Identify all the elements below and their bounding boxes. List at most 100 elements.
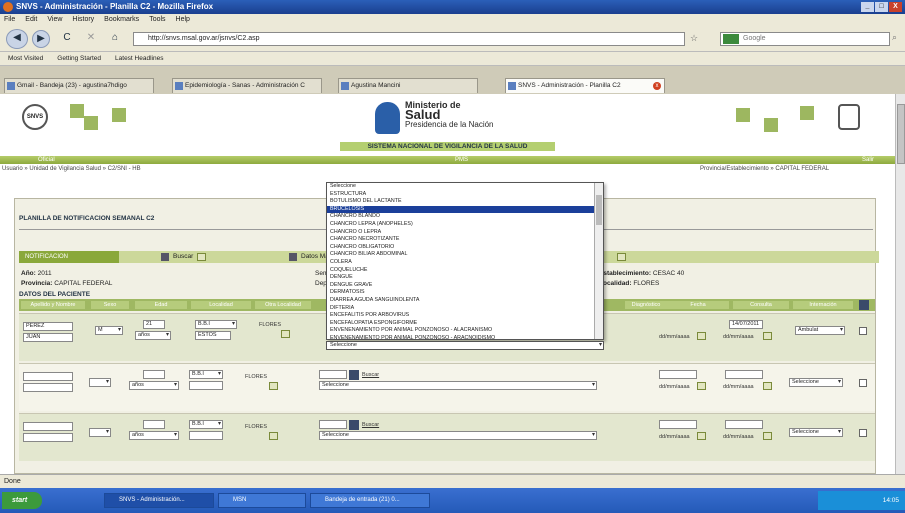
sex-select[interactable]: M — [95, 326, 123, 335]
dropdown-option[interactable]: COQUELUCHE — [327, 267, 603, 275]
menu-help[interactable]: Help — [176, 14, 190, 26]
age-field[interactable]: 21 — [143, 320, 165, 329]
other-locality-field[interactable] — [189, 431, 223, 440]
dropdown-option[interactable]: CHANCRO BILIAR ABDOMINAL — [327, 251, 603, 259]
calendar-icon[interactable] — [763, 382, 772, 390]
calendar-icon[interactable] — [281, 330, 290, 338]
search-input[interactable]: Google — [720, 32, 890, 46]
calendar-icon[interactable] — [269, 382, 278, 390]
dropdown-option[interactable]: CHANCRO LEPRA (ANOPHELES) — [327, 221, 603, 229]
page-scrollbar[interactable] — [895, 94, 905, 474]
search-icon[interactable] — [349, 420, 359, 430]
sex-select[interactable] — [89, 428, 111, 437]
surname-field[interactable] — [23, 372, 73, 381]
tab-epidemiologia[interactable]: Epidemiología - Sanas - Administración C — [172, 78, 322, 93]
search-tab-button[interactable]: Buscar — [161, 252, 193, 262]
menu-history[interactable]: History — [72, 14, 94, 26]
outcome-select[interactable]: Ambulat — [795, 326, 845, 335]
consult-date-field[interactable] — [659, 420, 697, 429]
forward-button[interactable]: ▶ — [32, 30, 50, 48]
outcome-select[interactable]: Seleccione — [789, 378, 843, 387]
menu-tools[interactable]: Tools — [149, 14, 165, 26]
taskbar-item-msn[interactable]: MSN — [218, 493, 306, 508]
bar-center-link[interactable]: PMS — [455, 156, 468, 164]
calendar-icon[interactable] — [697, 332, 706, 340]
start-button[interactable]: start — [2, 492, 42, 509]
tab-gmail[interactable]: Gmail - Bandeja (23) - agustina7hdigo — [4, 78, 154, 93]
search-link[interactable]: Buscar — [362, 372, 379, 379]
search-icon[interactable]: ⌕ — [892, 32, 897, 43]
close-tab-icon[interactable]: x — [653, 82, 661, 90]
search-link[interactable]: Buscar — [362, 422, 379, 429]
name-field[interactable] — [23, 383, 73, 392]
name-field[interactable] — [23, 433, 73, 442]
reload-button[interactable]: C — [58, 30, 76, 48]
delete-checkbox[interactable] — [859, 429, 867, 437]
diagnosis-select-open[interactable]: Seleccione — [326, 341, 604, 350]
tab-notificacion[interactable]: NOTIFICACION — [19, 251, 119, 263]
calendar-icon[interactable] — [697, 432, 706, 440]
tab-agustina[interactable]: Agustina Mancini — [338, 78, 478, 93]
dropdown-option[interactable]: CHANCRO NECROTIZANTE — [327, 236, 603, 244]
dropdown-option[interactable]: DENGUE — [327, 274, 603, 282]
search-icon[interactable] — [349, 370, 359, 380]
consult-date-field[interactable] — [659, 370, 697, 379]
calendar-icon[interactable] — [197, 253, 206, 261]
tab-snvs[interactable]: SNVS - Administración - Planilla C2 x — [505, 78, 665, 93]
dropdown-option[interactable]: BRUCELOSIS — [327, 205, 603, 214]
bookmark-most-visited[interactable]: Most Visited — [8, 52, 43, 65]
dropdown-scrollbar[interactable] — [594, 183, 603, 339]
calendar-icon[interactable] — [763, 332, 772, 340]
locality-code-select[interactable]: B.B.I — [195, 320, 237, 329]
sex-select[interactable] — [89, 378, 111, 387]
url-bar[interactable]: http://snvs.msal.gov.ar/jsnvs/C2.asp — [133, 32, 685, 46]
dropdown-option[interactable]: CHANCRO O LEPRA — [327, 229, 603, 237]
delete-checkbox[interactable] — [859, 379, 867, 387]
close-window-button[interactable]: X — [889, 2, 902, 12]
hospital-date-field[interactable] — [725, 420, 763, 429]
diagnosis-code-field[interactable] — [319, 420, 347, 429]
dropdown-scroll-thumb[interactable] — [596, 195, 602, 225]
back-button[interactable]: ◀ — [6, 29, 28, 49]
taskbar-item-snvs[interactable]: SNVS - Administración... — [104, 493, 214, 508]
dropdown-option[interactable]: DERMATOSIS — [327, 289, 603, 297]
dropdown-option[interactable]: COLERA — [327, 259, 603, 267]
dropdown-option[interactable]: CHANCRO BLANDO — [327, 213, 603, 221]
locality-code-select[interactable]: B.B.I — [189, 370, 223, 379]
diagnosis-select[interactable]: Seleccione — [319, 381, 597, 390]
diagnosis-dropdown-list[interactable]: Seleccione ESTRUCTURA BOTULISMO DEL LACTAN… — [326, 182, 604, 341]
calendar-icon[interactable] — [697, 382, 706, 390]
surname-field[interactable] — [23, 422, 73, 431]
age-field[interactable] — [143, 420, 165, 429]
hospital-date-field[interactable] — [725, 370, 763, 379]
bookmark-latest-headlines[interactable]: Latest Headlines — [115, 52, 163, 65]
calendar-icon[interactable] — [269, 432, 278, 440]
age-unit-select[interactable]: años — [135, 331, 171, 340]
bookmark-getting-started[interactable]: Getting Started — [57, 52, 101, 65]
diagnosis-select[interactable]: Seleccione — [319, 431, 597, 440]
stop-button[interactable]: ✕ — [82, 30, 100, 48]
other-locality-field[interactable] — [189, 381, 223, 390]
age-unit-select[interactable]: años — [129, 381, 179, 390]
dropdown-option[interactable]: DIFTERIA — [327, 305, 603, 313]
dropdown-option[interactable]: DENGUE GRAVE — [327, 282, 603, 290]
dropdown-option[interactable]: ENCEFALITIS POR ARBOVIRUS — [327, 312, 603, 320]
outcome-select[interactable]: Seleccione — [789, 428, 843, 437]
menu-edit[interactable]: Edit — [25, 14, 37, 26]
home-button[interactable]: ⌂ — [106, 30, 124, 48]
date-field[interactable]: ESTOS — [195, 331, 231, 340]
delete-all-icon[interactable] — [859, 300, 869, 310]
dropdown-option[interactable]: DIARREA AGUDA SANGUINOLENTA — [327, 297, 603, 305]
dropdown-option[interactable]: CHANCRO OBLIGATORIO — [327, 244, 603, 252]
minimize-button[interactable]: _ — [861, 2, 874, 12]
bookmark-star-icon[interactable]: ☆ — [690, 33, 698, 44]
age-unit-select[interactable]: años — [129, 431, 179, 440]
surname-field[interactable]: PEREZ — [23, 322, 73, 331]
menu-bookmarks[interactable]: Bookmarks — [104, 14, 139, 26]
consult-date-field[interactable]: 14/07/2011 — [729, 320, 763, 329]
calendar-icon[interactable] — [617, 253, 626, 261]
bar-left-link[interactable]: Oficial — [38, 156, 55, 164]
diagnosis-code-field[interactable] — [319, 370, 347, 379]
menu-file[interactable]: File — [4, 14, 15, 26]
taskbar-item-mail[interactable]: Bandeja de entrada (21) 0... — [310, 493, 430, 508]
